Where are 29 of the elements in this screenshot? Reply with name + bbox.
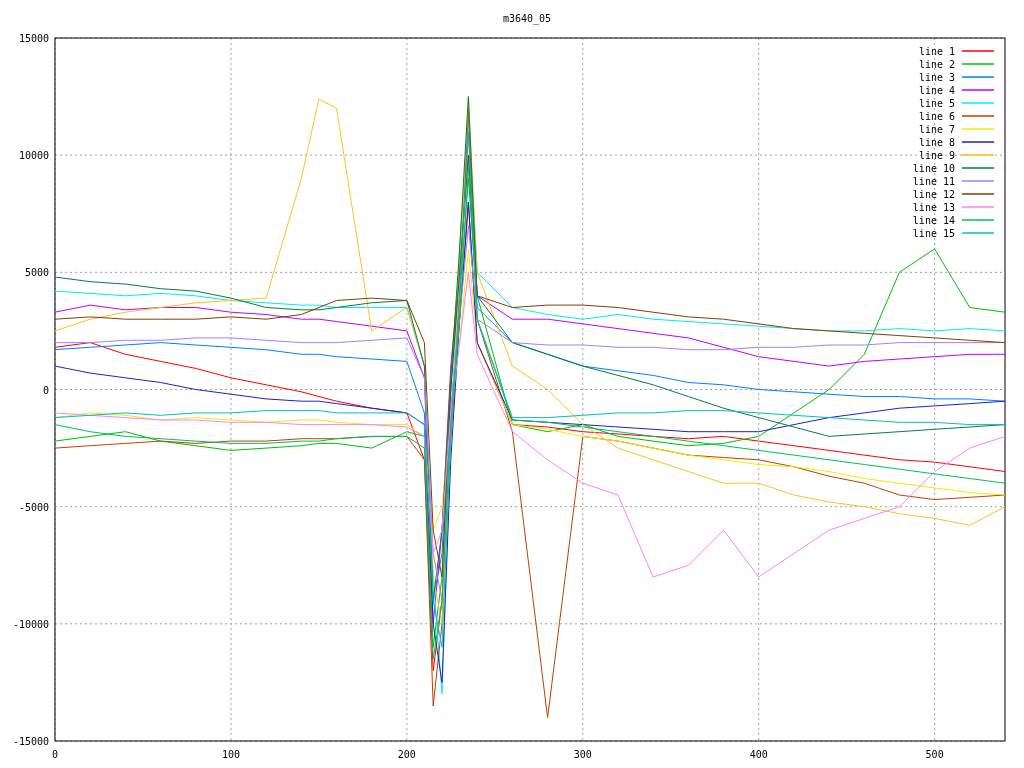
y-tick-label: -15000 xyxy=(12,736,49,747)
legend-label: line 5 xyxy=(918,98,955,109)
legend-label: line 10 xyxy=(912,163,955,174)
y-tick-label: 10000 xyxy=(18,150,49,162)
legend-label: line 15 xyxy=(912,228,955,239)
legend-label: line 4 xyxy=(918,85,955,96)
legend-label: line 12 xyxy=(912,189,955,200)
x-tick-label: 200 xyxy=(397,749,416,760)
legend-label: line 3 xyxy=(918,72,955,83)
legend-label: line 2 xyxy=(918,59,955,70)
x-tick-label: 300 xyxy=(573,749,592,760)
x-tick-label: 500 xyxy=(925,749,944,760)
legend-label: line 14 xyxy=(912,215,955,226)
y-tick-label: 5000 xyxy=(24,267,49,279)
legend-label: line 6 xyxy=(918,111,955,122)
legend-label: line 11 xyxy=(912,176,955,187)
x-tick-label: 0 xyxy=(52,749,58,760)
legend-label: line 9 xyxy=(918,150,955,161)
y-tick-label: -5000 xyxy=(18,501,49,513)
legend-label: line 8 xyxy=(918,137,955,148)
x-tick-label: 100 xyxy=(221,749,240,760)
y-tick-label: -10000 xyxy=(12,618,49,630)
legend-label: line 1 xyxy=(918,46,955,57)
y-tick-label: 0 xyxy=(42,384,49,396)
chart-title: m3640_05 xyxy=(502,13,552,24)
legend-label: line 13 xyxy=(912,202,955,213)
x-tick-label: 400 xyxy=(749,749,768,760)
legend-label: line 7 xyxy=(918,124,955,135)
y-tick-label: 15000 xyxy=(18,33,49,44)
